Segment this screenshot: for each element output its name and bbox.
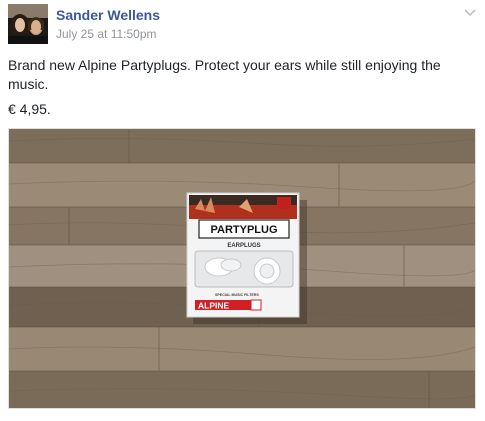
avatar-image xyxy=(8,4,48,44)
product-box: PARTYPLUG EARPLUGS SPECIAL MUSIC FILTERS… xyxy=(186,192,300,318)
photo-image: PARTYPLUG EARPLUGS SPECIAL MUSIC FILTERS… xyxy=(9,129,475,408)
box-subtitle-text: EARPLUGS xyxy=(227,243,260,249)
chevron-down-icon[interactable] xyxy=(462,6,478,20)
post-price: € 4,95. xyxy=(8,101,51,117)
box-logo-text: ALPINE xyxy=(198,301,230,311)
author-name-link[interactable]: Sander Wellens xyxy=(56,7,160,23)
post-timestamp[interactable]: July 25 at 11:50pm xyxy=(56,27,157,41)
post-text: Brand new Alpine Partyplugs. Protect you… xyxy=(8,57,441,92)
avatar[interactable] xyxy=(8,4,48,44)
box-brand-text: PARTYPLUG xyxy=(210,224,277,236)
box-filter-text: SPECIAL MUSIC FILTERS xyxy=(215,293,259,297)
feed-post: Sander Wellens July 25 at 11:50pm Brand … xyxy=(0,0,485,421)
post-photo[interactable]: PARTYPLUG EARPLUGS SPECIAL MUSIC FILTERS… xyxy=(8,128,476,409)
